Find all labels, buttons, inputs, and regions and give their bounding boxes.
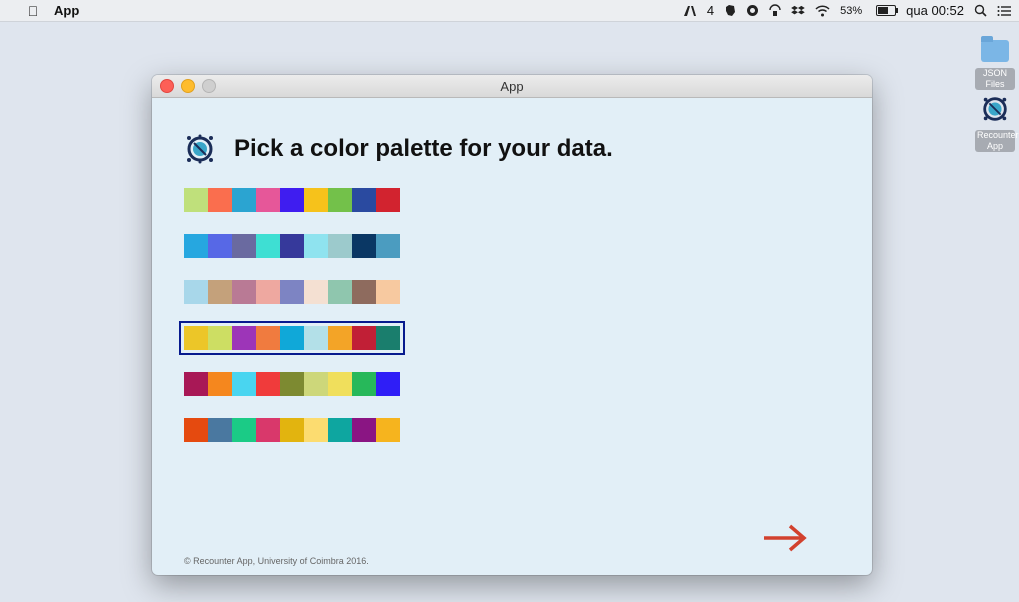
wifi-icon[interactable] [815,4,830,17]
color-palette-option[interactable] [184,234,400,258]
next-arrow-button[interactable] [762,523,808,553]
adobe-count: 4 [706,3,715,18]
menubar:  App 4 53% qua 00:52 [0,0,1019,22]
dropbox-icon[interactable] [791,5,805,17]
adobe-icon[interactable] [683,5,697,17]
color-palette-option[interactable] [184,372,400,396]
color-swatch [256,418,280,442]
color-swatch [304,418,328,442]
spotlight-search-icon[interactable] [974,4,987,17]
color-swatch [208,280,232,304]
color-palette-option[interactable] [179,321,405,355]
color-swatch [208,418,232,442]
airdrop-icon[interactable] [769,4,781,17]
color-swatch [184,280,208,304]
color-swatch [352,188,376,212]
color-swatch [208,326,232,350]
color-swatch [376,418,400,442]
color-swatch [232,188,256,212]
color-swatch [376,326,400,350]
color-swatch [280,372,304,396]
color-swatch [352,372,376,396]
folder-icon [981,36,1009,62]
desktop-icon-label: JSON Files [975,68,1015,90]
color-swatch [328,280,352,304]
color-swatch [232,418,256,442]
recounter-app-icon [983,97,1007,121]
color-palette-option[interactable] [184,280,400,304]
desktop-icon-label: Recounter App [975,130,1019,152]
clock[interactable]: qua 00:52 [906,3,964,18]
color-swatch [256,372,280,396]
color-swatch [184,188,208,212]
color-swatch [304,280,328,304]
color-swatch [256,326,280,350]
sync-icon[interactable] [746,4,759,17]
color-swatch [328,418,352,442]
apple-icon[interactable]:  [26,3,40,19]
color-swatch [280,188,304,212]
color-palette-option[interactable] [184,188,400,212]
color-swatch [328,188,352,212]
color-swatch [304,234,328,258]
color-swatch [280,280,304,304]
color-swatch [184,372,208,396]
color-swatch [280,418,304,442]
page-header: Pick a color palette for your data. [184,133,613,165]
color-swatch [232,372,256,396]
color-swatch [208,372,232,396]
copyright-footer: © Recounter App, University of Coimbra 2… [184,556,369,566]
color-swatch [352,326,376,350]
menubar-app-name[interactable]: App [54,3,79,18]
color-swatch [184,326,208,350]
color-swatch [256,234,280,258]
color-swatch [352,280,376,304]
color-swatch [352,418,376,442]
color-swatch [352,234,376,258]
page-title: Pick a color palette for your data. [234,135,613,162]
color-swatch [328,326,352,350]
color-swatch [376,234,400,258]
color-swatch [280,234,304,258]
color-swatch [232,280,256,304]
menubar-status-area: 4 53% qua 00:52 [683,3,1019,18]
color-swatch [208,234,232,258]
color-swatch [232,326,256,350]
color-swatch [232,234,256,258]
color-swatch [376,372,400,396]
notification-center-icon[interactable] [997,5,1011,17]
color-swatch [184,234,208,258]
palette-list [179,188,405,464]
color-swatch [304,326,328,350]
color-swatch [256,188,280,212]
color-swatch [208,188,232,212]
evernote-icon[interactable] [724,4,736,17]
color-swatch [280,326,304,350]
color-swatch [304,188,328,212]
color-swatch [256,280,280,304]
window-title: App [500,78,524,94]
app-window: App Pick a color palette for your data. … [152,75,872,575]
desktop-icon-recounter-app[interactable]: Recounter App [975,94,1019,152]
desktop-icon-json-files[interactable]: JSON Files [975,36,1015,90]
battery-percent: 53% [840,4,863,17]
color-swatch [304,372,328,396]
recounter-logo-icon [187,134,213,164]
color-swatch [328,372,352,396]
color-swatch [328,234,352,258]
battery-icon[interactable] [876,5,899,16]
window-titlebar[interactable]: App [152,75,872,98]
color-palette-option[interactable] [184,418,400,442]
color-swatch [376,188,400,212]
color-swatch [184,418,208,442]
color-swatch [376,280,400,304]
